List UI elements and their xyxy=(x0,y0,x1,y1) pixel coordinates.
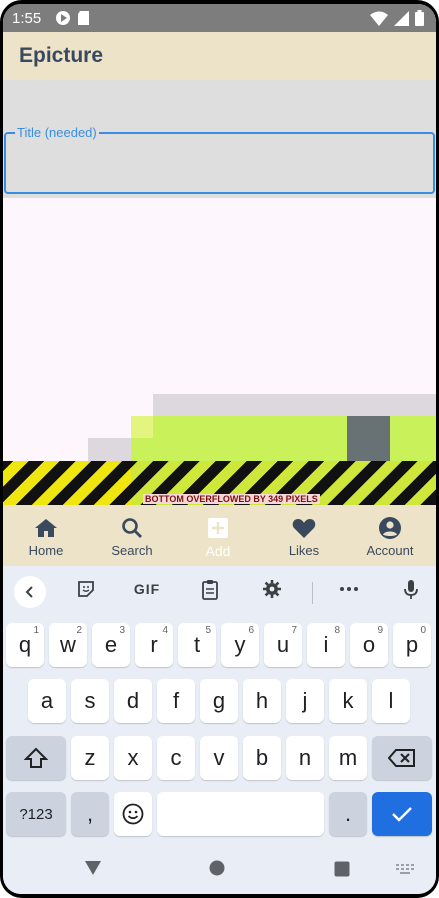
add-box-icon xyxy=(208,518,228,538)
back-triangle-icon[interactable] xyxy=(84,860,102,876)
key-p[interactable]: p0 xyxy=(393,623,431,667)
nav-add[interactable]: Add xyxy=(175,505,261,566)
nav-add-label: Add xyxy=(205,543,231,559)
status-bar: 1:55 xyxy=(3,4,436,32)
overflow-block-dark xyxy=(347,416,390,461)
nav-search[interactable]: Search xyxy=(89,505,175,566)
key-u[interactable]: u7 xyxy=(264,623,302,667)
app-bar: Epicture xyxy=(3,32,436,80)
status-time: 1:55 xyxy=(12,10,42,27)
title-field[interactable]: Title (needed) xyxy=(4,125,435,194)
key-m[interactable]: m xyxy=(329,736,367,780)
key-h[interactable]: h xyxy=(243,679,281,723)
mic-icon xyxy=(404,579,418,599)
key-a[interactable]: a xyxy=(28,679,66,723)
key-j[interactable]: j xyxy=(286,679,324,723)
recents-square-icon[interactable] xyxy=(334,861,350,877)
key-x[interactable]: x xyxy=(114,736,152,780)
keyboard-toolbar: GIF xyxy=(3,566,436,612)
keyboard-switch-icon[interactable] xyxy=(395,863,415,875)
nav-account[interactable]: Account xyxy=(347,505,433,566)
overflow-block-lime-light xyxy=(131,416,153,438)
key-z[interactable]: z xyxy=(71,736,109,780)
device-frame: 1:55 Epicture Title (needed) BOTTOM OVER… xyxy=(0,0,439,898)
space-key[interactable] xyxy=(157,792,324,836)
key-l[interactable]: l xyxy=(372,679,410,723)
clipboard-icon xyxy=(202,579,218,600)
settings-icon xyxy=(263,580,281,598)
search-icon xyxy=(122,518,142,538)
key-s[interactable]: s xyxy=(71,679,109,723)
key-q[interactable]: q1 xyxy=(6,623,44,667)
key-i[interactable]: i8 xyxy=(307,623,345,667)
home-circle-icon[interactable] xyxy=(209,860,225,876)
more-icon xyxy=(340,587,358,591)
period-key[interactable]: . xyxy=(329,792,367,836)
screen: 1:55 Epicture Title (needed) BOTTOM OVER… xyxy=(3,4,436,894)
clipboard-button[interactable] xyxy=(195,575,225,603)
keyboard-back-button[interactable] xyxy=(14,576,46,608)
gif-label: GIF xyxy=(133,581,161,597)
key-w[interactable]: w2 xyxy=(49,623,87,667)
check-icon xyxy=(392,807,412,822)
app-title: Epicture xyxy=(19,44,104,67)
home-icon xyxy=(35,519,57,537)
nav-likes[interactable]: Likes xyxy=(261,505,347,566)
nav-home-label: Home xyxy=(28,543,64,558)
sd-card-icon xyxy=(78,11,89,25)
wifi-icon xyxy=(370,11,388,26)
system-nav-bar xyxy=(3,842,436,894)
nav-account-label: Account xyxy=(366,543,414,558)
toolbar-divider xyxy=(312,582,313,604)
overflow-message: BOTTOM OVERFLOWED BY 349 PIXELS xyxy=(143,494,320,504)
key-v[interactable]: v xyxy=(200,736,238,780)
key-n[interactable]: n xyxy=(286,736,324,780)
enter-key[interactable] xyxy=(372,792,432,836)
overflow-block-grey-left xyxy=(88,438,133,461)
account-circle-icon xyxy=(379,517,401,539)
keyboard-settings-button[interactable] xyxy=(257,575,287,603)
symbols-key[interactable]: ?123 xyxy=(6,792,66,836)
battery-icon xyxy=(415,10,424,26)
gif-button[interactable]: GIF xyxy=(127,575,167,603)
more-button[interactable] xyxy=(334,575,364,603)
key-c[interactable]: c xyxy=(157,736,195,780)
back-chevron-icon xyxy=(25,586,33,598)
key-e[interactable]: e3 xyxy=(92,623,130,667)
overflow-block-lime xyxy=(131,416,436,461)
key-t[interactable]: t5 xyxy=(178,623,216,667)
heart-icon xyxy=(292,519,316,538)
nav-search-label: Search xyxy=(111,543,153,558)
nav-home[interactable]: Home xyxy=(3,505,89,566)
nav-likes-label: Likes xyxy=(288,543,320,558)
key-y[interactable]: y6 xyxy=(221,623,259,667)
comma-key[interactable]: , xyxy=(71,792,109,836)
emoji-icon xyxy=(122,803,144,825)
key-d[interactable]: d xyxy=(114,679,152,723)
title-input[interactable] xyxy=(6,134,433,192)
bottom-nav: Home Search Add Likes Account xyxy=(3,505,436,566)
sticker-icon xyxy=(78,581,94,597)
backspace-key[interactable] xyxy=(372,736,432,780)
key-f[interactable]: f xyxy=(157,679,195,723)
signal-icon xyxy=(394,10,409,26)
emoji-key[interactable] xyxy=(114,792,152,836)
key-r[interactable]: r4 xyxy=(135,623,173,667)
backspace-icon xyxy=(388,749,415,767)
voice-input-button[interactable] xyxy=(396,575,426,603)
sticker-button[interactable] xyxy=(71,575,101,603)
key-k[interactable]: k xyxy=(329,679,367,723)
key-b[interactable]: b xyxy=(243,736,281,780)
key-g[interactable]: g xyxy=(200,679,238,723)
shift-key[interactable] xyxy=(6,736,66,780)
play-protect-icon xyxy=(56,11,70,25)
key-o[interactable]: o9 xyxy=(350,623,388,667)
shift-icon xyxy=(24,747,48,768)
soft-keyboard: GIF q1 w2 e3 r4 t5 y6 u7 i8 o9 p0 a s d … xyxy=(3,566,436,842)
overflow-block-grey-top xyxy=(153,394,436,416)
